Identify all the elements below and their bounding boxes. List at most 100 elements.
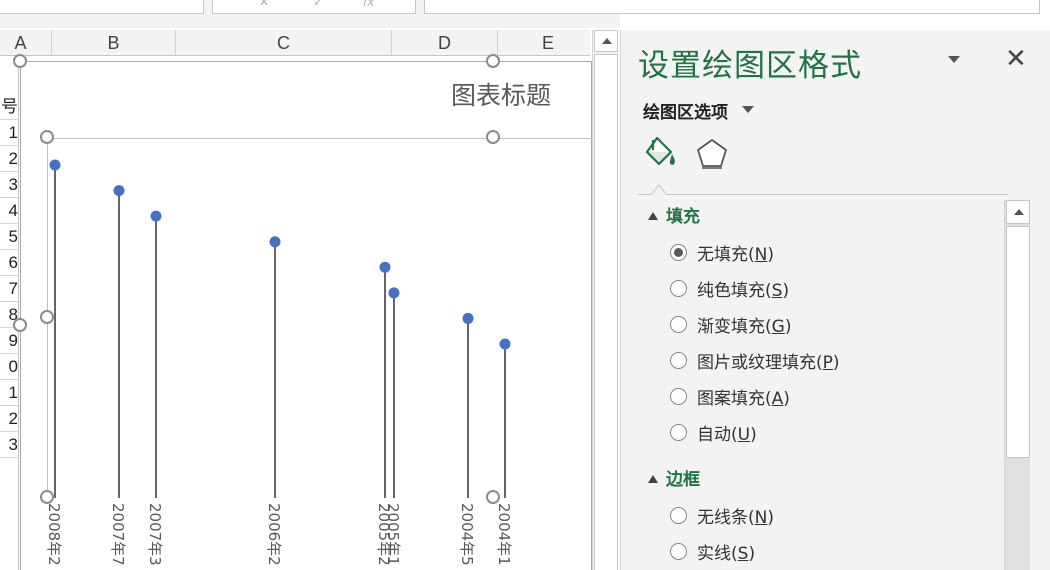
x-tick-label: 2006年2 <box>265 503 283 566</box>
chart-area[interactable]: 图表标题 2008年2 2007年7 2007年3 2006年2 2005年2 2005年… <box>20 61 593 570</box>
pane-options-list: 填充 无填充(N) 纯色填充(S) 渐变填充(G) 图片或纹理填充(P) 图案填… <box>638 200 1008 570</box>
excel-window: ✕ ✓ fx A B C D E 号 1 2 3 4 5 6 7 8 9 0 1… <box>0 0 1050 570</box>
close-icon[interactable]: ✕ <box>1005 44 1027 74</box>
sheet-vertical-scrollbar[interactable] <box>592 30 618 570</box>
data-point[interactable] <box>388 287 400 299</box>
scroll-thumb[interactable] <box>594 54 618 570</box>
scroll-up-button[interactable] <box>594 30 618 52</box>
x-tick-label: 2007年3 <box>146 503 164 566</box>
data-point[interactable] <box>113 185 125 197</box>
radio-button[interactable] <box>670 387 687 405</box>
formula-buttons: ✕ ✓ fx <box>212 0 416 14</box>
data-point[interactable] <box>379 261 391 273</box>
formula-input[interactable] <box>424 0 1040 14</box>
x-tick-label: 2008年2 <box>45 503 63 566</box>
radio-solid-fill[interactable]: 纯色填充(S) <box>670 276 790 301</box>
collapse-icon <box>648 475 658 483</box>
row-cell: 7 <box>0 276 18 302</box>
radio-picture-fill[interactable]: 图片或纹理填充(P) <box>670 348 840 373</box>
radio-button[interactable] <box>670 542 687 560</box>
chart-svg: 2008年2 2007年7 2007年3 2006年2 2005年22005年1 2004… <box>45 159 513 566</box>
chart-resize-handle[interactable] <box>486 54 500 68</box>
radio-label: 图案填充(A) <box>697 388 790 409</box>
data-point[interactable] <box>49 159 61 171</box>
section-fill[interactable]: 填充 <box>638 202 700 227</box>
confirm-icon[interactable]: ✓ <box>313 0 323 9</box>
row-cell: 1 <box>0 380 18 406</box>
plot-resize-handle[interactable] <box>486 490 500 504</box>
x-tick-label: 2007年7 <box>109 503 127 566</box>
row-cell: 3 <box>0 432 18 458</box>
row-cell: 4 <box>0 198 18 224</box>
radio-label: 渐变填充(G) <box>697 316 792 337</box>
plot-area-options-label[interactable]: 绘图区选项 <box>643 98 728 123</box>
radio-button[interactable] <box>670 243 687 261</box>
radio-label: 图片或纹理填充(P) <box>697 352 840 373</box>
radio-label: 纯色填充(S) <box>697 280 790 301</box>
radio-button[interactable] <box>670 351 687 369</box>
paint-bucket-icon[interactable] <box>643 134 677 172</box>
row-cell: 5 <box>0 224 18 250</box>
pentagon-icon[interactable] <box>695 134 729 172</box>
column-header-b[interactable]: B <box>52 30 176 56</box>
cell-header-label: 号 <box>0 94 18 120</box>
radio-button[interactable] <box>670 315 687 333</box>
chevron-down-icon[interactable] <box>742 106 754 113</box>
row-cell: 9 <box>0 328 18 354</box>
scroll-up-button[interactable] <box>1006 200 1030 224</box>
radio-label: 实线(S) <box>697 543 756 564</box>
section-border[interactable]: 边框 <box>638 465 700 490</box>
radio-button[interactable] <box>670 279 687 297</box>
plot-resize-handle[interactable] <box>40 130 54 144</box>
radio-button[interactable] <box>670 423 687 441</box>
name-box[interactable] <box>0 0 204 14</box>
pane-vertical-scrollbar[interactable] <box>1004 200 1030 570</box>
plot-resize-handle[interactable] <box>40 310 54 324</box>
pane-options-dropdown-icon[interactable] <box>948 56 960 63</box>
data-point[interactable] <box>499 338 511 350</box>
radio-label: 无线条(N) <box>697 507 774 528</box>
fx-icon[interactable]: fx <box>363 0 374 9</box>
radio-solid-line[interactable]: 实线(S) <box>670 539 756 564</box>
data-point[interactable] <box>462 312 474 324</box>
arrow-up-icon <box>602 38 612 44</box>
radio-button[interactable] <box>670 506 687 524</box>
cancel-icon[interactable]: ✕ <box>259 0 269 9</box>
selected-tab-indicator <box>651 184 667 195</box>
plot-resize-handle[interactable] <box>486 130 500 144</box>
radio-no-fill[interactable]: 无填充(N) <box>670 240 774 265</box>
row-cell: 3 <box>0 172 18 198</box>
radio-pattern-fill[interactable]: 图案填充(A) <box>670 384 790 409</box>
radio-auto-fill[interactable]: 自动(U) <box>670 420 757 445</box>
pane-title: 设置绘图区格式 <box>638 48 862 84</box>
x-tick-label: 2005年1 <box>384 503 402 566</box>
row-cell: 0 <box>0 354 18 380</box>
pane-tab-divider <box>638 194 1008 195</box>
row-cell: 2 <box>0 146 18 172</box>
radio-no-line[interactable]: 无线条(N) <box>670 503 774 528</box>
section-border-label: 边框 <box>666 470 700 490</box>
column-header-e[interactable]: E <box>498 30 598 56</box>
row-cell: 1 <box>0 120 18 146</box>
row-cell: 6 <box>0 250 18 276</box>
plot-resize-handle[interactable] <box>40 490 54 504</box>
data-point[interactable] <box>269 236 281 248</box>
column-header-a[interactable]: A <box>0 30 52 56</box>
radio-label: 自动(U) <box>697 424 757 445</box>
arrow-up-icon <box>1014 209 1024 215</box>
x-tick-label: 2004年5 <box>458 503 476 566</box>
x-tick-label: 2004年1 <box>495 503 513 566</box>
row-cell: 2 <box>0 406 18 432</box>
radio-gradient-fill[interactable]: 渐变填充(G) <box>670 312 792 337</box>
grid-divider <box>18 56 19 570</box>
column-header-d[interactable]: D <box>392 30 498 56</box>
column-headers: A B C D E <box>0 30 590 56</box>
data-point[interactable] <box>150 210 162 222</box>
chart-resize-handle[interactable] <box>13 54 27 68</box>
chart-resize-handle[interactable] <box>13 318 27 332</box>
radio-label: 无填充(N) <box>697 244 774 265</box>
section-fill-label: 填充 <box>666 207 700 227</box>
format-plot-area-pane: 设置绘图区格式 ✕ 绘图区选项 填充 无填充(N) 纯色填充(S) 渐变填充(G… <box>620 30 1050 570</box>
column-header-c[interactable]: C <box>176 30 392 56</box>
scroll-thumb[interactable] <box>1006 226 1030 458</box>
